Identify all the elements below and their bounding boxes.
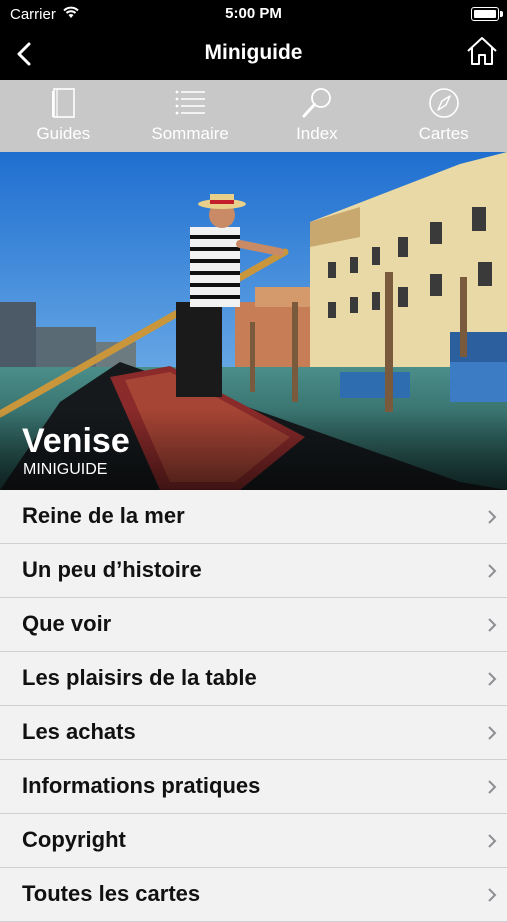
list-item-label: Que voir bbox=[22, 611, 112, 636]
guide-subtitle: MINIGUIDE bbox=[23, 461, 108, 478]
compass-icon bbox=[428, 88, 459, 118]
list-item-label: Informations pratiques bbox=[22, 773, 261, 798]
tab-cartes[interactable]: Cartes bbox=[380, 80, 507, 152]
list-item-label: Les achats bbox=[22, 719, 136, 744]
navigation-bar: Miniguide bbox=[0, 28, 507, 80]
list-item[interactable]: Copyright bbox=[0, 814, 507, 868]
home-icon[interactable] bbox=[465, 34, 499, 68]
list-item-label: Copyright bbox=[22, 827, 126, 852]
clock: 5:00 PM bbox=[225, 5, 282, 22]
list-item[interactable]: Toutes les cartes bbox=[0, 868, 507, 922]
list-item[interactable]: Les plaisirs de la table bbox=[0, 652, 507, 706]
tab-label: Sommaire bbox=[151, 124, 229, 143]
tab-label: Guides bbox=[36, 124, 91, 143]
book-icon bbox=[52, 88, 76, 118]
list-item[interactable]: Les achats bbox=[0, 706, 507, 760]
list-item[interactable]: Reine de la mer bbox=[0, 490, 507, 544]
list-item[interactable]: Un peu d’histoire bbox=[0, 544, 507, 598]
status-bar: Carrier 5:00 PM bbox=[0, 0, 507, 28]
chevron-right-icon bbox=[488, 780, 497, 794]
tab-guides[interactable]: Guides bbox=[0, 80, 127, 152]
chevron-right-icon bbox=[488, 510, 497, 524]
list-item-label: Toutes les cartes bbox=[22, 881, 201, 906]
chevron-right-icon bbox=[488, 834, 497, 848]
tab-sommaire[interactable]: Sommaire bbox=[127, 80, 254, 152]
magnifier-icon bbox=[302, 88, 331, 118]
battery-icon bbox=[471, 7, 503, 21]
list-item[interactable]: Informations pratiques bbox=[0, 760, 507, 814]
list-item-label: Reine de la mer bbox=[22, 503, 185, 528]
list-item[interactable]: Que voir bbox=[0, 598, 507, 652]
hero-banner[interactable]: Venise MINIGUIDE bbox=[0, 152, 507, 490]
chevron-right-icon bbox=[488, 888, 497, 902]
page-title: Miniguide bbox=[204, 41, 303, 64]
list-item-label: Les plaisirs de la table bbox=[22, 665, 257, 690]
tab-label: Index bbox=[296, 124, 338, 143]
guide-title: Venise bbox=[22, 422, 130, 460]
chevron-right-icon bbox=[488, 672, 497, 686]
chevron-right-icon bbox=[488, 618, 497, 632]
tab-label: Cartes bbox=[418, 124, 469, 143]
chevron-right-icon bbox=[488, 726, 497, 740]
chevron-right-icon bbox=[488, 564, 497, 578]
list-icon bbox=[175, 90, 206, 115]
list-item-label: Un peu d’histoire bbox=[22, 557, 202, 582]
chapter-list: Reine de la mer Un peu d’histoire Que vo… bbox=[0, 490, 507, 922]
tab-toolbar: Guides Sommaire Index Cartes bbox=[0, 80, 507, 152]
tab-index[interactable]: Index bbox=[254, 80, 381, 152]
